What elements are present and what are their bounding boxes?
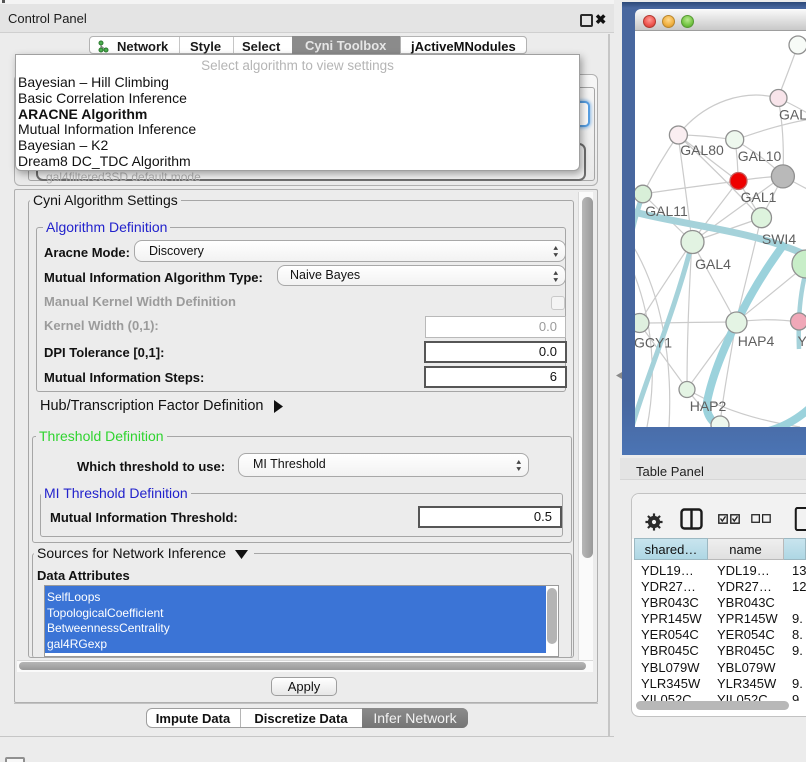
svg-text:GAL7: GAL7 [779, 107, 806, 123]
svg-text:GAL4: GAL4 [695, 256, 731, 272]
svg-text:HAP4: HAP4 [738, 333, 775, 349]
svg-text:GAL11: GAL11 [645, 203, 688, 219]
svg-text:GAL1: GAL1 [741, 189, 777, 205]
svg-text:GAL10: GAL10 [738, 148, 782, 164]
svg-text:YE: YE [798, 333, 806, 349]
svg-text:GCY1: GCY1 [635, 335, 672, 351]
svg-text:GAL80: GAL80 [680, 142, 724, 158]
svg-text:HAP2: HAP2 [690, 398, 727, 414]
svg-text:SWI4: SWI4 [762, 231, 796, 247]
